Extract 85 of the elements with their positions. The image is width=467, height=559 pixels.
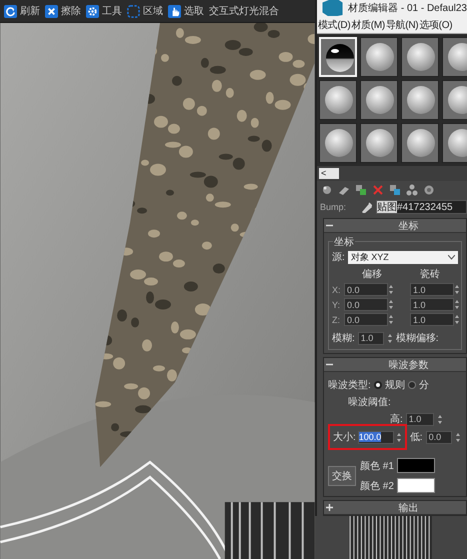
number-field[interactable]: 1.0 [410,298,454,311]
material-slot[interactable] [360,123,398,163]
material-slot[interactable] [360,37,398,77]
field-label: 低: [410,431,423,444]
axis-label: X: [332,284,342,294]
source-dropdown[interactable]: 对象 XYZ [348,250,458,264]
material-slot[interactable] [442,123,467,163]
material-slot[interactable] [442,80,467,120]
dashed-square-icon [127,4,140,18]
sphere-icon [363,40,397,74]
radio-option[interactable]: 规则 [374,378,405,392]
material-slot[interactable] [319,80,357,120]
radio-option[interactable]: 分 [408,378,429,392]
number-field[interactable]: 1.0 [406,412,434,426]
rollout-header[interactable]: 输出 [324,501,466,515]
number-field[interactable]: 1.0 [410,313,454,326]
radio-dot[interactable] [408,381,416,389]
material-slot[interactable] [442,37,467,77]
sphere-icon [322,83,356,117]
plus-icon [326,504,333,511]
close-icon [45,4,58,18]
spinner-icon[interactable] [386,332,393,344]
color-swatch[interactable] [396,478,435,493]
field-label: 大小: [333,430,356,444]
eyedropper-icon[interactable] [362,201,372,213]
toolbar-button[interactable]: 区域 [125,1,165,21]
column-header: 偏移 [361,268,383,281]
rollout-header[interactable]: 坐标 [324,219,466,233]
spinner-icon[interactable] [454,432,461,442]
menu-item[interactable]: 模式(D) [318,18,350,32]
spinner-icon[interactable] [436,414,443,424]
sphere-tool-icon[interactable] [321,184,333,196]
sphere-icon [404,83,438,117]
field-label: 源: [332,251,345,264]
bump-label: Bump: [320,202,348,212]
color-swatch[interactable] [396,458,435,473]
material-slot[interactable] [401,80,439,120]
number-field[interactable]: 0.0 [344,298,388,311]
sphere-icon [404,40,438,74]
sphere-icon [363,126,397,160]
number-field[interactable]: 1.0 [358,332,384,344]
field-label: 噪波类型: [328,378,371,392]
field-label: 高: [390,412,403,426]
scroll-left-button[interactable]: < [319,168,339,179]
minus-icon [326,361,333,368]
number-field[interactable]: 1.0 [410,283,454,296]
number-field[interactable]: 0.0 [426,430,452,444]
material-slot[interactable] [319,123,357,163]
chevron-down-icon [448,254,455,260]
color-label: 颜色 #2 [360,480,394,492]
column-header: 瓷砖 [419,268,441,281]
sphere-icon [404,126,438,160]
field-label: 模糊偏移: [396,332,439,345]
menu-item[interactable]: 材质(M) [351,18,385,32]
axis-label: Z: [332,314,341,324]
toolbar-button[interactable]: 交互式灯光混合 [207,1,281,21]
field-label: 模糊: [332,332,355,345]
material-slot[interactable] [360,80,398,120]
sphere-icon [323,41,355,75]
field-label: 噪波阈值: [348,396,391,409]
number-field[interactable]: 100.0 [358,430,394,444]
radio-dot[interactable] [374,381,382,389]
group-title: 坐标 [333,235,355,249]
toolbar-button[interactable]: 选取 [166,1,206,21]
minus-icon [326,222,333,229]
spheres-icon[interactable] [406,184,418,196]
toolbar-button[interactable]: 擦除 [43,1,83,21]
sphere-icon [322,126,356,160]
number-field[interactable]: 0.0 [344,283,388,296]
number-field[interactable]: 0.0 [344,313,388,326]
toolbar-button[interactable]: 工具 [84,1,124,21]
menu-item[interactable]: 选项(O) [419,18,452,32]
rollout-header[interactable]: 噪波参数 [324,358,466,372]
map-name-field[interactable]: 贴图#417232455 [376,200,467,214]
refresh-icon [4,4,17,18]
material-slot[interactable] [401,123,439,163]
material-slot[interactable] [401,37,439,77]
color-label: 颜色 #1 [360,460,394,472]
window-title: 材质编辑器 - 01 - Defaul23 [348,2,467,15]
hand-icon [168,4,181,18]
menu-item[interactable]: 导航(N) [386,18,418,32]
toolbar-button[interactable]: 刷新 [2,1,42,21]
sphere-icon [363,83,397,117]
axis-label: Y: [332,300,342,310]
swap-button[interactable]: 交换 [328,466,356,486]
